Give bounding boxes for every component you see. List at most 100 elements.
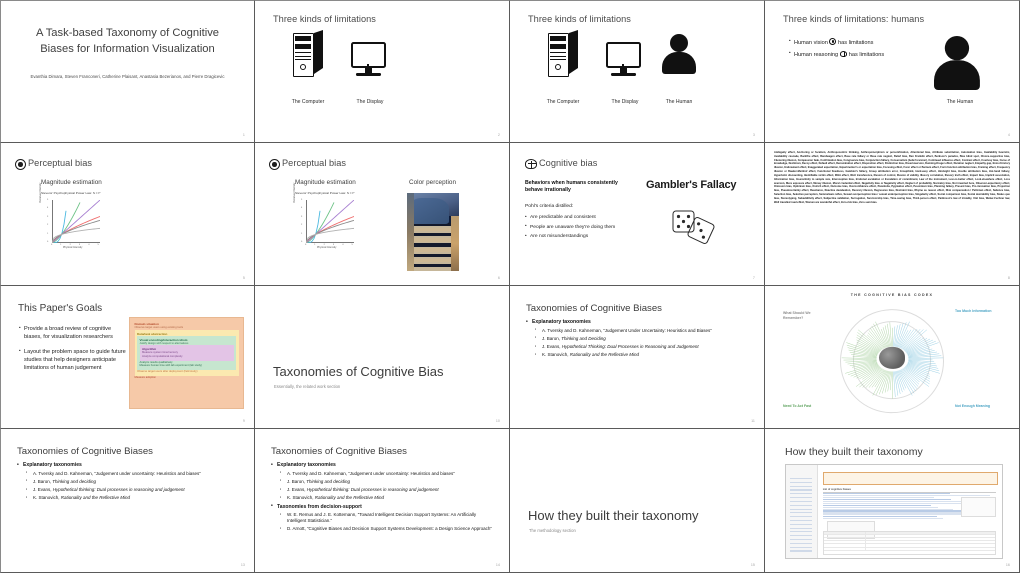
nested-model-figure: Domain situation Observe target users usi… — [129, 317, 244, 409]
slide-title: Perceptual bias — [282, 158, 346, 169]
caption-the-display: The Display — [339, 99, 401, 105]
section-title: How they built their taxonomy — [528, 508, 699, 523]
computer-tower-icon — [548, 30, 578, 77]
slide-number: 13 — [241, 563, 245, 567]
caption-the-human: The Human — [648, 99, 710, 105]
goals-bullet-item: Layout the problem space to guide future… — [19, 348, 129, 372]
codex-branch — [853, 356, 877, 358]
slide-title: Taxonomies of Cognitive Biases — [526, 303, 662, 314]
slide-number: 10 — [496, 419, 500, 423]
bullet-item: Human reasoning has limitations — [789, 51, 897, 59]
taxonomy-item[interactable]: J. Evans, Hypothetical Thinking: Dual Pr… — [526, 344, 750, 350]
slide-thumbnail[interactable]: 9 This Paper's Goals Provide a broad revie… — [0, 286, 255, 429]
human-figure-icon — [662, 34, 696, 77]
chart-line — [52, 200, 100, 243]
slide-thumbnail[interactable]: 15 How they built their taxonomy The metho… — [510, 429, 765, 573]
taxonomy-item[interactable]: J. Baron, Thinking and deciding — [17, 479, 240, 485]
codex-branch — [908, 359, 932, 360]
chart-xlabel: Physical Intensity — [317, 246, 336, 249]
section-subtitle: The methodology section — [529, 528, 576, 533]
taxonomy-item-title: Rationality and the Reflective Mind — [315, 495, 384, 500]
chart-ytick: 3 — [301, 216, 302, 218]
goals-bullet-list: Provide a broad review of cognitive bias… — [19, 325, 129, 380]
slide-thumbnail[interactable]: 8 Ambiguity effect, Anchoring or focalism… — [765, 143, 1020, 286]
computer-tower-icon — [293, 30, 323, 77]
slide-number: 6 — [498, 276, 500, 280]
slide-thumbnail[interactable]: 16 How they built their taxonomy List of c… — [765, 429, 1020, 573]
slide-thumbnail[interactable]: 3 Three kinds of limitations The Computer T… — [510, 0, 765, 143]
chart-xtick: 5 — [352, 244, 353, 246]
slide-thumbnail[interactable]: 13 Taxonomies of Cognitive Biases Explanat… — [0, 429, 255, 573]
slide-number: 2 — [498, 133, 500, 137]
chart-ytick: 1 — [47, 233, 48, 235]
taxonomy-item[interactable]: K. Stanovich, Rationality and the Reflec… — [271, 495, 495, 501]
slide-number: 14 — [496, 563, 500, 567]
gamblers-fallacy-heading: Gambler's Fallacy — [646, 179, 736, 191]
chart-ytick: 5 — [301, 199, 302, 201]
slide-number: 16 — [1006, 563, 1010, 567]
slide-thumbnail[interactable]: 6 Perceptual bias Magnitude estimation Colo… — [255, 143, 510, 286]
taxonomy-item[interactable]: D. Arnott, “Cognitive Biases and Decisio… — [271, 526, 495, 532]
chart-xtick: 0 — [305, 244, 306, 246]
codex-branch — [905, 367, 930, 382]
chart-xtick: 1 — [60, 244, 61, 246]
panel-title-color: Color perception — [409, 179, 456, 186]
chart-ytick: 2 — [47, 224, 48, 226]
presentation-title: A Task-based Taxonomy of Cognitive Biase… — [19, 26, 236, 58]
slide-canvas: 3 Three kinds of limitations The Computer T… — [514, 4, 760, 139]
dice-icon — [670, 208, 716, 249]
chart-title: Stevens' Psychophysical Power Law: S = I… — [41, 191, 100, 195]
taxonomy-item[interactable]: A. Tversky and D. Kahneman, “Judgement u… — [271, 471, 495, 477]
magnitude-estimation-chart: Stevens' Psychophysical Power Law: S = I… — [295, 191, 359, 251]
bullet-item: Human vision has limitations — [789, 38, 897, 47]
chart-ytick: 4 — [301, 207, 302, 209]
taxonomy-item[interactable]: J. Baron, Thinking and deciding — [271, 479, 495, 485]
codex-quadrant-label: What Should We Remember? — [783, 311, 831, 320]
slide-canvas: 6 Perceptual bias Magnitude estimation Colo… — [259, 146, 505, 282]
taxonomy-item[interactable]: A. Tversky and D. Kahneman, “Judgement U… — [526, 328, 750, 334]
chart-xtick: 1 — [314, 244, 315, 246]
slide-number: 3 — [753, 133, 755, 137]
nested-footer: Observe target users after deployment (f… — [137, 370, 236, 374]
taxonomy-list: Explanatory taxonomies A. Tversky and D. … — [271, 462, 495, 535]
slide-thumbnail[interactable]: 11 Taxonomies of Cognitive Biases Explanat… — [510, 286, 765, 429]
slide-thumbnail[interactable]: 10 Taxonomies of Cognitive Bias Essentiall… — [255, 286, 510, 429]
slide-thumbnail[interactable]: 4 Three kinds of limitations: humans Human… — [765, 0, 1020, 143]
taxonomy-item[interactable]: A. Tversky and D. Kahneman, “Judgement u… — [17, 471, 240, 477]
magnitude-estimation-chart: Stevens' Psychophysical Power Law: S = I… — [41, 191, 105, 251]
display-monitor-icon — [351, 40, 386, 78]
codex-branch — [905, 367, 930, 384]
section-title: Taxonomies of Cognitive Bias — [273, 364, 444, 379]
taxonomy-item-title: Thinking and deciding — [52, 479, 96, 484]
brain-icon — [840, 51, 848, 57]
taxonomy-item[interactable]: J. Baron, Thinking and Deciding — [526, 336, 750, 342]
chart-xlabel: Physical Intensity — [63, 246, 82, 249]
slide-canvas: 10 Taxonomies of Cognitive Bias Essentiall… — [259, 289, 505, 425]
slide-thumbnail[interactable]: 1 A Task-based Taxonomy of Cognitive Bias… — [0, 0, 255, 143]
brain-icon — [525, 159, 537, 169]
human-figure-icon — [934, 36, 980, 94]
nested-layer-domain: Domain situation Observe target users usi… — [132, 320, 241, 382]
codex-brain-icon — [879, 347, 905, 369]
taxonomy-item[interactable]: W. E. Remus and J. E. Kottemann, “Toward… — [271, 512, 495, 524]
chart-xtick: 2 — [324, 244, 325, 246]
chart-title: Stevens' Psychophysical Power Law: S = I… — [295, 191, 354, 195]
slide-thumbnail[interactable]: 2 Three kinds of limitations The Computer T… — [255, 0, 510, 143]
taxonomy-item[interactable]: K. Stanovich, Rationality and the Reflec… — [526, 352, 750, 358]
slide-number: 7 — [753, 276, 755, 280]
taxonomy-group-heading: Explanatory taxonomies — [271, 462, 495, 468]
taxonomy-item[interactable]: K. Stanovich, Rationality and the Reflec… — [17, 495, 240, 501]
chart-xtick: 5 — [98, 244, 99, 246]
chart-ytick: 4 — [47, 207, 48, 209]
taxonomy-item[interactable]: J. Evans, Hypothetical thinking: Dual pr… — [17, 487, 240, 493]
slide-canvas: 13 Taxonomies of Cognitive Biases Explanat… — [5, 432, 250, 569]
taxonomy-item-title: Thinking and deciding — [306, 479, 350, 484]
criteria-item: People are unaware they're doing them — [525, 224, 625, 231]
slide-thumbnail[interactable]: 14 Taxonomies of Cognitive Biases Explanat… — [255, 429, 510, 573]
cognitive-bias-codex-figure: THE COGNITIVE BIAS CODEX What Should We R… — [769, 289, 1015, 425]
taxonomy-item-title: Rationality and the Reflective Mind — [570, 352, 639, 357]
slide-thumbnail[interactable]: 5 Perceptual bias Magnitude estimation Stev… — [0, 143, 255, 286]
slide-thumbnail[interactable]: 12THE COGNITIVE BIAS CODEXWhat Should We… — [765, 286, 1020, 429]
taxonomy-item[interactable]: J. Evans, Hypothetical thinking: Dual pr… — [271, 487, 495, 493]
slide-thumbnail[interactable]: 7 Cognitive bias Behaviors when humans con… — [510, 143, 765, 286]
